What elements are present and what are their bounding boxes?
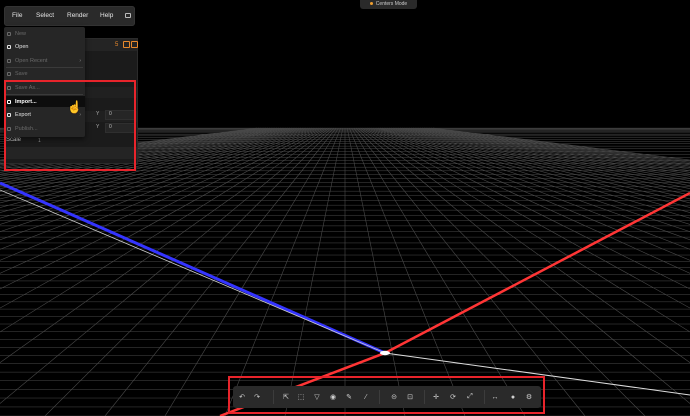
grid-line [375, 127, 690, 241]
grid-line [377, 127, 690, 232]
camera-icon[interactable] [123, 41, 130, 48]
x-axis-line-right [384, 191, 690, 355]
axis-white-line-2 [0, 189, 386, 354]
new-file-icon [7, 31, 11, 36]
grid-line [0, 127, 306, 213]
grid-line [0, 127, 291, 187]
panel-toggle-icon[interactable] [125, 13, 131, 18]
grid-line [0, 127, 332, 404]
menu-item-label: Open Recent [15, 57, 48, 64]
grid-line [355, 127, 646, 416]
highlight-box-toolbar [228, 376, 545, 414]
grid-line [399, 127, 690, 187]
origin-marker [380, 350, 390, 356]
recent-icon [7, 58, 11, 63]
grid-line [351, 127, 526, 416]
grid-line [346, 127, 406, 416]
grid-line [0, 127, 288, 184]
highlight-box-menu [4, 80, 136, 171]
z-axis-line [0, 181, 386, 355]
menu-render[interactable]: Render [67, 12, 88, 19]
menu-file[interactable]: File [12, 12, 22, 19]
menubar: File Select Render Help [4, 6, 135, 26]
grid-line [0, 127, 328, 333]
grid-line [0, 127, 310, 225]
copy-icon[interactable] [131, 41, 138, 48]
grid-line [397, 127, 690, 189]
menu-item-label: New [15, 30, 27, 37]
menu-item-open-recent[interactable]: Open Recent › [4, 55, 85, 66]
menu-item-label: Open [15, 43, 29, 50]
save-icon [7, 71, 11, 76]
grid-line [353, 127, 586, 416]
menu-item-label: Save [15, 70, 28, 77]
grid-line [382, 127, 690, 219]
grid-line [224, 127, 341, 416]
chevron-right-icon: › [79, 57, 81, 64]
menu-item-open[interactable]: Open [4, 41, 85, 52]
grid-line [0, 127, 302, 204]
grid-line [0, 127, 313, 232]
menu-item-new[interactable]: New [4, 28, 85, 39]
mode-indicator: Centers Mode [360, 0, 417, 9]
grid-line [380, 127, 690, 225]
open-folder-icon [7, 44, 11, 49]
menu-help[interactable]: Help [100, 12, 113, 19]
grid-line [0, 127, 315, 241]
mode-label: Centers Mode [375, 0, 408, 7]
grid-line [404, 127, 690, 182]
grid-line [0, 127, 295, 193]
grid-line [0, 127, 293, 189]
grid-line [164, 127, 339, 416]
menu-item-save[interactable]: Save [4, 68, 85, 79]
grid-line [0, 127, 286, 182]
mode-status-dot [369, 2, 373, 5]
grid-line [349, 127, 466, 416]
grid-line [0, 127, 308, 219]
grid-line [0, 127, 284, 179]
ground-grid [0, 127, 690, 416]
grid-line [406, 127, 690, 179]
number-icon[interactable]: 5 [115, 42, 118, 48]
grid-line [0, 127, 326, 309]
menu-select[interactable]: Select [36, 12, 54, 19]
grid-line [358, 127, 690, 404]
grid-line [395, 127, 690, 193]
grid-line [402, 127, 690, 184]
grid-line [0, 127, 324, 290]
grid-line [44, 127, 335, 416]
grid-line [104, 127, 337, 416]
